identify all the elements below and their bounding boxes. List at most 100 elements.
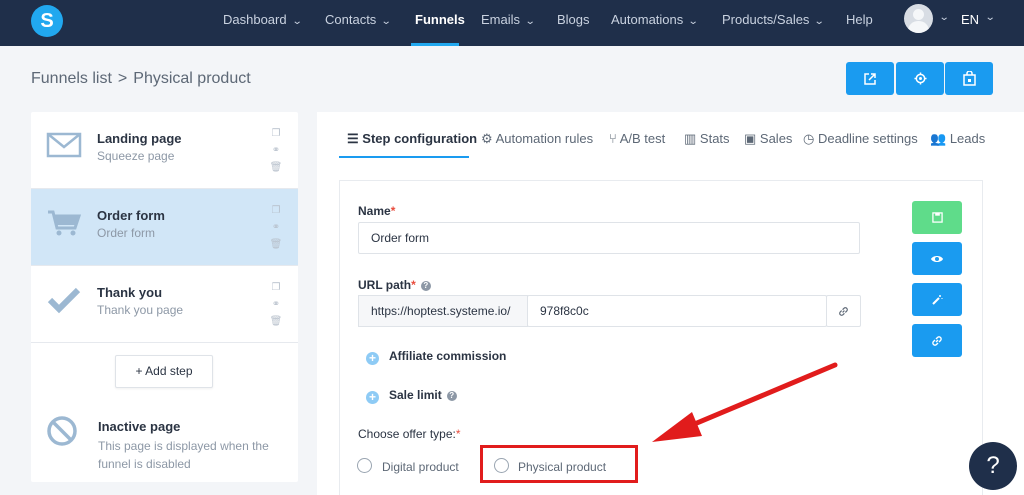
checkmark-icon <box>47 287 81 314</box>
breadcrumb: Funnels list > Physical product <box>31 70 251 87</box>
chevron-down-icon: ⌄ <box>381 16 392 27</box>
prohibited-icon <box>47 416 77 446</box>
annotation-arrow <box>652 362 838 442</box>
trash-icon[interactable]: 🗑 <box>269 239 283 256</box>
copy-link-button[interactable] <box>826 295 861 327</box>
duplicate-icon[interactable]: ❐ <box>269 282 283 299</box>
offer-type-label: Choose offer type:* <box>358 427 461 441</box>
preview-button[interactable] <box>912 242 962 275</box>
add-step-button[interactable]: + Add step <box>115 355 213 388</box>
top-navbar: S Dashboard ⌄ Contacts ⌄ Funnels Emails ⌄ B… <box>0 0 1024 46</box>
tab-step-configuration[interactable]: ☰ Step configuration <box>347 131 477 147</box>
chevron-down-icon: ⌄ <box>291 16 303 27</box>
active-tab-indicator <box>339 156 469 158</box>
user-avatar[interactable] <box>904 4 933 33</box>
tab-sales[interactable]: ▣ Sales <box>744 131 792 147</box>
funnel-settings-button[interactable] <box>896 62 944 95</box>
save-icon <box>931 212 943 223</box>
inactive-page-title[interactable]: Inactive page <box>98 419 180 434</box>
funnel-shop-button[interactable] <box>945 62 993 95</box>
active-nav-indicator <box>411 43 459 46</box>
edit-page-button[interactable] <box>912 283 962 316</box>
step-title: Order form <box>97 208 165 223</box>
url-prefix: https://hoptest.systeme.io/ <box>358 295 528 327</box>
nav-help[interactable]: Help <box>846 12 873 32</box>
step-actions: ❐ ⚭ 🗑 <box>269 205 283 255</box>
nav-emails[interactable]: Emails ⌄ <box>481 12 536 32</box>
link-icon <box>839 307 848 317</box>
breadcrumb-funnels-list[interactable]: Funnels list <box>31 70 112 87</box>
link-icon <box>932 335 942 346</box>
tab-deadline-settings[interactable]: ◷ Deadline settings <box>803 131 918 147</box>
cart-icon <box>48 210 82 236</box>
help-icon[interactable]: ? <box>446 391 457 401</box>
eye-icon <box>931 255 943 262</box>
plus-circle-icon: + <box>366 352 379 365</box>
chevron-down-icon: ⌄ <box>688 16 699 27</box>
step-title: Landing page <box>97 131 182 146</box>
external-link-icon <box>864 72 876 85</box>
trash-icon[interactable]: 🗑 <box>269 162 283 179</box>
open-funnel-button[interactable] <box>846 62 894 95</box>
name-label: Name* <box>358 204 396 218</box>
plus-circle-icon: + <box>366 391 379 404</box>
shopping-bag-icon <box>962 71 976 86</box>
name-field[interactable]: Order form <box>358 222 860 254</box>
funnel-steps-panel: Landing page Squeeze page ❐ ⚭ 🗑 Order fo… <box>31 112 298 482</box>
step-thank-you[interactable]: Thank you Thank you page ❐ ⚭ 🗑 <box>31 266 298 343</box>
digital-product-label[interactable]: Digital product <box>382 460 459 474</box>
tab-ab-test[interactable]: ⑂ A/B test <box>609 131 665 146</box>
money-icon: ▣ <box>744 131 760 146</box>
gear-icon <box>913 72 927 85</box>
nav-funnels[interactable]: Funnels <box>415 12 465 32</box>
chevron-down-icon: ⌄ <box>524 16 536 27</box>
step-actions: ❐ ⚭ 🗑 <box>269 128 283 178</box>
bar-chart-icon: ▥ <box>684 131 700 146</box>
url-path-label: URL path*? <box>358 278 431 292</box>
nav-blogs[interactable]: Blogs <box>557 12 590 32</box>
systeme-logo[interactable]: S <box>31 5 63 37</box>
inactive-page-description: This page is displayed when the funnel i… <box>98 439 269 471</box>
magic-wand-icon <box>932 294 943 305</box>
step-subtitle: Squeeze page <box>97 149 175 163</box>
help-icon[interactable]: ? <box>420 281 431 291</box>
tab-leads[interactable]: 👥 Leads <box>930 131 985 147</box>
language-selector[interactable]: EN <box>961 12 979 27</box>
affiliate-commission-toggle[interactable]: + Affiliate commission <box>366 349 506 365</box>
nav-automations[interactable]: Automations ⌄ <box>611 12 699 32</box>
chevron-down-icon[interactable]: ⌄ <box>939 12 950 23</box>
users-icon: 👥 <box>930 131 950 146</box>
radio-digital-product[interactable] <box>357 458 372 473</box>
step-landing-page[interactable]: Landing page Squeeze page ❐ ⚭ 🗑 <box>31 112 298 189</box>
step-subtitle: Thank you page <box>97 303 184 317</box>
nav-dashboard[interactable]: Dashboard ⌄ <box>223 12 303 32</box>
split-icon: ⑂ <box>609 131 620 146</box>
chevron-down-icon: ⌄ <box>814 16 826 27</box>
help-chat-button[interactable]: ? <box>969 442 1017 490</box>
link-icon[interactable]: ⚭ <box>269 299 283 316</box>
gears-icon: ⚙ <box>481 131 496 146</box>
link-icon[interactable]: ⚭ <box>269 145 283 162</box>
nav-contacts[interactable]: Contacts ⌄ <box>325 12 392 32</box>
breadcrumb-current: Physical product <box>133 70 251 87</box>
duplicate-icon[interactable]: ❐ <box>269 205 283 222</box>
trash-icon[interactable]: 🗑 <box>269 316 283 333</box>
nav-products-sales[interactable]: Products/Sales ⌄ <box>722 12 826 32</box>
copy-url-button[interactable] <box>912 324 962 357</box>
tab-automation-rules[interactable]: ⚙ Automation rules <box>481 131 593 147</box>
duplicate-icon[interactable]: ❐ <box>269 128 283 145</box>
tab-stats[interactable]: ▥ Stats <box>684 131 730 147</box>
step-order-form[interactable]: Order form Order form ❐ ⚭ 🗑 <box>31 189 298 266</box>
save-button[interactable] <box>912 201 962 234</box>
link-icon[interactable]: ⚭ <box>269 222 283 239</box>
clock-icon: ◷ <box>803 131 818 146</box>
step-actions: ❐ ⚭ 🗑 <box>269 282 283 332</box>
step-title: Thank you <box>97 285 163 300</box>
annotation-highlight-box <box>480 445 638 483</box>
envelope-icon <box>46 132 82 158</box>
url-path-field[interactable]: 978f8c0c <box>527 295 827 327</box>
sale-limit-toggle[interactable]: + Sale limit? <box>366 388 457 404</box>
list-icon: ☰ <box>347 131 363 146</box>
step-subtitle: Order form <box>97 226 156 240</box>
chevron-down-icon[interactable]: ⌄ <box>985 12 996 23</box>
